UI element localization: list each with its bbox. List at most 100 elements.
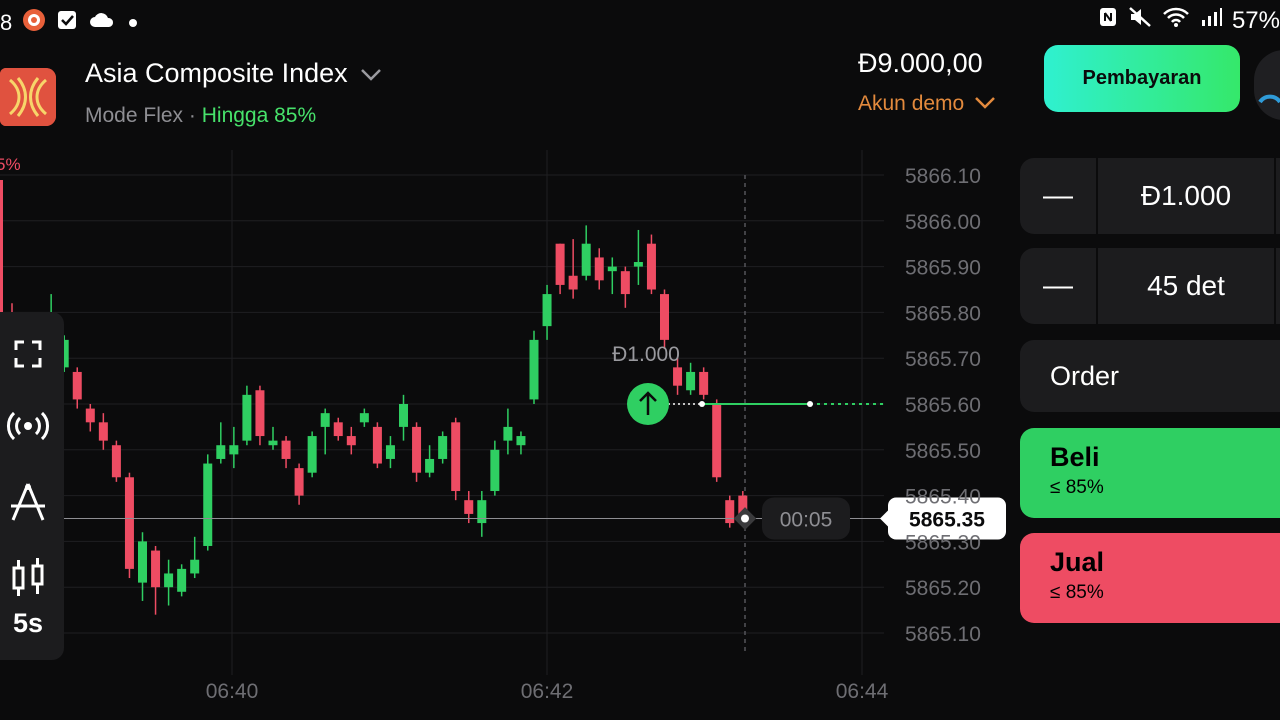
payment-button[interactable]: Pembayaran xyxy=(1044,45,1240,112)
candle-up xyxy=(268,440,278,446)
amount-stepper: — Đ1.000 xyxy=(1020,158,1280,234)
candle-down xyxy=(673,367,683,386)
check-icon xyxy=(56,9,78,37)
price-tag-pointer xyxy=(880,510,888,527)
battery-text: 57% xyxy=(1231,6,1280,34)
asset-logo[interactable] xyxy=(0,68,56,126)
candle-down xyxy=(111,445,121,478)
mute-icon xyxy=(1128,6,1152,35)
candle-down xyxy=(451,422,461,492)
candle-up xyxy=(164,573,174,588)
candle-up xyxy=(385,445,395,459)
candle-down xyxy=(98,422,108,441)
candle-down xyxy=(412,426,422,473)
mode-label: Mode Flex xyxy=(85,104,184,127)
chart-tools-panel: 5s xyxy=(0,312,64,660)
candle-down xyxy=(464,500,474,514)
profile-avatar[interactable] xyxy=(1254,50,1280,120)
candle-down xyxy=(620,271,630,295)
status-right: 57% xyxy=(1098,6,1280,35)
candle-up xyxy=(438,436,448,459)
current-point xyxy=(741,514,749,523)
signals-icon[interactable] xyxy=(0,408,56,444)
candle-up xyxy=(216,445,226,459)
record-icon xyxy=(22,8,46,38)
candle-up xyxy=(633,262,643,267)
candle-up xyxy=(425,458,435,473)
candle-up xyxy=(320,413,330,427)
candle-down xyxy=(646,243,656,290)
y-tick-label: 5865.60 xyxy=(905,394,981,417)
y-tick-label: 5865.50 xyxy=(905,440,981,463)
y-tick-label: 5866.00 xyxy=(905,211,981,234)
account-selector[interactable]: Akun demo xyxy=(858,92,996,116)
buy-payout: ≤ 85% xyxy=(1050,477,1104,498)
x-tick-label: 06:42 xyxy=(521,680,574,703)
candle-down xyxy=(255,390,265,437)
candle-up xyxy=(229,445,239,455)
candle-up xyxy=(203,463,213,546)
y-tick-label: 5866.10 xyxy=(905,165,981,188)
asset-selector[interactable]: Asia Composite Index xyxy=(85,58,382,89)
duration-stepper: — 45 det xyxy=(1020,248,1280,324)
amount-value[interactable]: Đ1.000 xyxy=(1098,158,1276,234)
status-left-text: 8 xyxy=(0,10,13,35)
candle-up xyxy=(190,559,200,574)
cloud-icon xyxy=(88,10,116,36)
y-tick-label: 5865.70 xyxy=(905,348,981,371)
timeframe-button[interactable]: 5s xyxy=(0,608,56,639)
duration-minus-button[interactable]: — xyxy=(1020,248,1098,324)
chevron-down-icon xyxy=(360,58,382,89)
y-tick-label: 5865.30 xyxy=(905,531,981,554)
entry-dot xyxy=(699,401,705,407)
account-type: Akun demo xyxy=(858,92,965,115)
candle-up xyxy=(686,371,696,391)
countdown-text: 00:05 xyxy=(780,509,833,532)
candle-down xyxy=(555,243,565,285)
candle-down xyxy=(712,404,722,478)
current-price-label: 5865.35 xyxy=(909,509,985,532)
chevron-down-icon xyxy=(974,92,996,116)
candle-up xyxy=(490,449,500,492)
y-tick-label: 5865.80 xyxy=(905,302,981,325)
asset-subtitle: Mode Flex · Hingga 85% xyxy=(85,104,316,128)
asean-logo-icon xyxy=(0,68,56,126)
sell-button[interactable]: Jual ≤ 85% xyxy=(1020,533,1280,623)
nfc-icon xyxy=(1098,6,1118,35)
dot-icon xyxy=(126,10,140,36)
candle-down xyxy=(294,468,304,496)
candle-up xyxy=(516,436,526,446)
trade-amount-label: Đ1.000 xyxy=(612,343,680,366)
y-tick-label: 5865.10 xyxy=(905,623,981,646)
candle-down xyxy=(124,477,134,569)
candle-down xyxy=(725,500,735,524)
candle-down xyxy=(699,371,709,395)
candle-up xyxy=(607,266,617,272)
buy-button[interactable]: Beli ≤ 85% xyxy=(1020,428,1280,518)
signal-icon xyxy=(1200,6,1222,35)
candles-icon[interactable] xyxy=(0,556,56,600)
status-bar: 8 57% xyxy=(0,0,1280,44)
candle-up xyxy=(307,436,317,473)
candle-up xyxy=(503,426,513,441)
candle-up xyxy=(242,394,252,441)
candle-up xyxy=(542,294,552,327)
candle-up xyxy=(138,541,147,583)
order-label: Order xyxy=(1050,360,1120,391)
candle-down xyxy=(346,436,356,446)
profile-badge-icon xyxy=(1258,94,1280,104)
drawing-icon[interactable] xyxy=(0,480,56,524)
candle-up xyxy=(359,413,369,423)
entry-end-dot xyxy=(807,401,813,407)
balance-value: Đ9.000,00 xyxy=(858,48,983,78)
y-tick-label: 5865.90 xyxy=(905,257,981,280)
fullscreen-icon[interactable] xyxy=(0,334,56,374)
order-button[interactable]: Order xyxy=(1020,340,1280,412)
price-chart[interactable]: 5%4%Đ1.00000:055865.35 5866.105866.00586… xyxy=(0,140,1010,720)
edge-top-label: 5% xyxy=(0,155,21,174)
candle-up xyxy=(529,339,539,400)
amount-minus-button[interactable]: — xyxy=(1020,158,1098,234)
duration-value[interactable]: 45 det xyxy=(1098,248,1276,324)
buy-label: Beli xyxy=(1050,442,1100,472)
wifi-icon xyxy=(1162,6,1190,35)
